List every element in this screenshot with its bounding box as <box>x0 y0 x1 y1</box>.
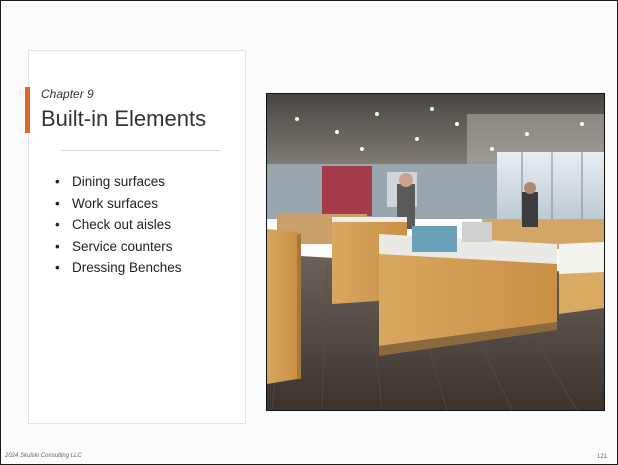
page-number: 121 <box>597 454 608 460</box>
bullet-item: Work surfaces <box>55 193 182 215</box>
bullet-item: Dining surfaces <box>55 171 182 193</box>
store-interior-photo <box>266 93 605 411</box>
title-divider <box>61 150 221 151</box>
bullet-item: Dressing Benches <box>55 257 182 279</box>
bullet-item: Check out aisles <box>55 214 182 236</box>
accent-bar <box>25 87 30 133</box>
footer-copyright: 2024 Skulski Consulting LLC <box>5 453 82 459</box>
bullet-list: Dining surfaces Work surfaces Check out … <box>55 171 182 279</box>
slide: Chapter 9 Built-in Elements Dining surfa… <box>0 0 618 465</box>
slide-title: Built-in Elements <box>41 106 207 131</box>
bullet-item: Service counters <box>55 236 182 258</box>
chapter-label: Chapter 9 <box>41 87 94 101</box>
retail-store-interior-photo <box>267 94 604 410</box>
